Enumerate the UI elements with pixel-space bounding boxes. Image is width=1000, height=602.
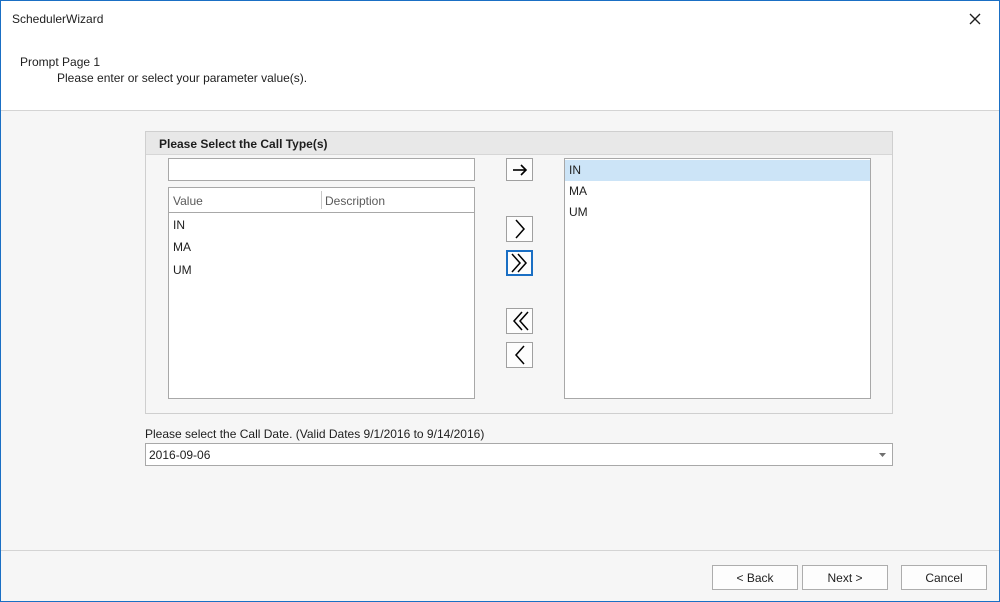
back-button[interactable]: < Back xyxy=(712,565,798,590)
page-instructions: Please enter or select your parameter va… xyxy=(57,71,308,85)
selected-values-list[interactable]: IN MA UM xyxy=(564,158,871,399)
call-date-label: Please select the Call Date. (Valid Date… xyxy=(145,427,485,441)
call-type-group-title: Please Select the Call Type(s) xyxy=(146,132,892,155)
selected-item-um[interactable]: UM xyxy=(565,202,870,223)
double-chevron-right-icon xyxy=(510,253,527,273)
close-button[interactable] xyxy=(965,9,985,29)
arrow-right-icon xyxy=(512,163,527,176)
insert-text-button[interactable] xyxy=(506,158,533,181)
scheduler-wizard-window: SchedulerWizard Prompt Page 1 Please ent… xyxy=(0,0,1000,602)
available-item-ma[interactable]: MA xyxy=(173,236,470,258)
cancel-button[interactable]: Cancel xyxy=(901,565,987,590)
remove-all-button[interactable] xyxy=(506,308,533,334)
selected-item-ma[interactable]: MA xyxy=(565,181,870,202)
wizard-footer: < Back Next > Cancel xyxy=(1,550,999,601)
column-header-description[interactable]: Description xyxy=(325,194,385,208)
call-type-filter-input[interactable] xyxy=(168,158,475,181)
next-button[interactable]: Next > xyxy=(802,565,888,590)
available-item-um[interactable]: UM xyxy=(173,259,470,281)
close-icon xyxy=(969,13,981,25)
list-column-header: Value Description xyxy=(169,188,474,213)
double-chevron-left-icon xyxy=(512,311,529,331)
dropdown-arrow-icon[interactable] xyxy=(879,453,886,457)
call-date-value: 2016-09-06 xyxy=(149,448,211,462)
available-values-list[interactable]: Value Description IN MA UM xyxy=(168,187,475,399)
chevron-right-icon xyxy=(514,219,525,239)
prompt-header: Prompt Page 1 Please enter or select you… xyxy=(1,36,999,111)
available-item-in[interactable]: IN xyxy=(173,214,470,236)
page-title: Prompt Page 1 xyxy=(20,55,101,69)
window-title: SchedulerWizard xyxy=(12,12,104,26)
chevron-left-icon xyxy=(514,345,525,365)
call-date-dropdown[interactable]: 2016-09-06 xyxy=(145,443,893,466)
call-type-group: Please Select the Call Type(s) Value Des… xyxy=(145,131,893,414)
column-divider[interactable] xyxy=(321,191,322,209)
add-all-button[interactable] xyxy=(506,250,533,276)
remove-selected-button[interactable] xyxy=(506,342,533,368)
column-header-value[interactable]: Value xyxy=(173,194,203,208)
add-selected-button[interactable] xyxy=(506,216,533,242)
title-bar: SchedulerWizard xyxy=(1,1,999,36)
selected-item-in[interactable]: IN xyxy=(565,160,870,181)
